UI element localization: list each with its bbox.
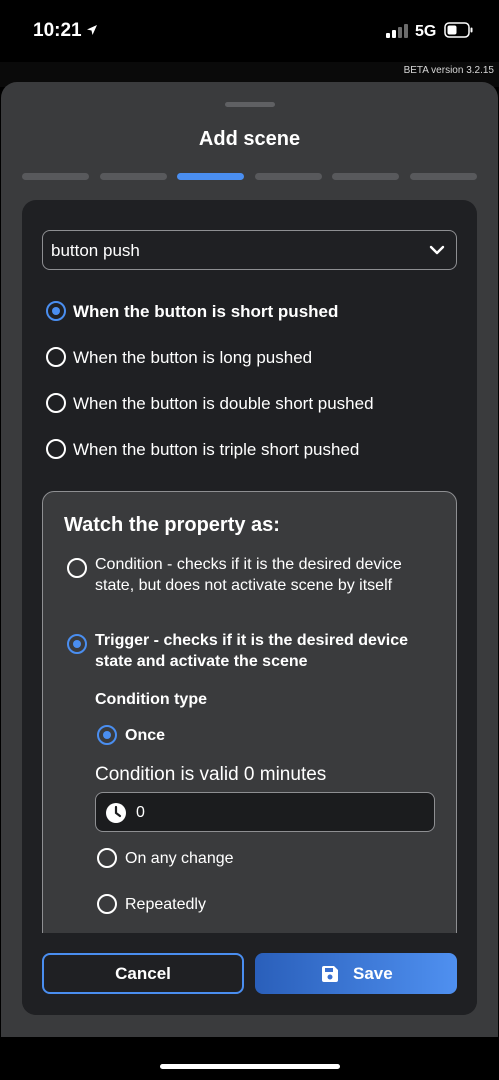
repeatedly-label: Repeatedly xyxy=(125,896,206,913)
scene-form-card: button push When the button is short pus… xyxy=(22,200,477,1015)
radio-once[interactable] xyxy=(97,725,117,745)
condition-label: Condition - checks if it is the desired … xyxy=(95,556,402,594)
trigger-label: Trigger - checks if it is the desired de… xyxy=(95,632,409,670)
save-label: Save xyxy=(353,964,393,983)
option-long-push-label: When the button is long pushed xyxy=(73,348,313,367)
floppy-disk-icon xyxy=(322,966,338,982)
cellular-signal-icon xyxy=(386,24,408,38)
chevron-down-icon xyxy=(429,245,445,255)
step-indicator xyxy=(22,173,89,180)
step-indicator xyxy=(255,173,322,180)
network-type: 5G xyxy=(415,23,437,40)
radio-any-change[interactable] xyxy=(97,848,117,868)
beta-version-label: BETA version 3.2.15 xyxy=(403,65,494,76)
radio-double-push[interactable] xyxy=(46,393,66,413)
location-arrow-icon xyxy=(87,25,97,35)
clock-icon xyxy=(106,803,126,823)
step-indicator-active xyxy=(177,173,244,180)
event-type-value: button push xyxy=(51,241,140,260)
step-indicator xyxy=(100,173,167,180)
step-indicator xyxy=(410,173,477,180)
radio-triple-push[interactable] xyxy=(46,439,66,459)
minutes-value: 0 xyxy=(136,804,145,821)
option-double-push-label: When the button is double short pushed xyxy=(73,394,374,413)
radio-condition[interactable] xyxy=(67,558,87,578)
home-indicator[interactable] xyxy=(160,1064,340,1069)
clock-time: 10:21 xyxy=(33,20,82,41)
radio-long-push[interactable] xyxy=(46,347,66,367)
radio-short-push[interactable] xyxy=(46,301,66,321)
condition-valid-label: Condition is valid 0 minutes xyxy=(95,764,327,785)
step-indicator xyxy=(332,173,399,180)
option-short-push-label: When the button is short pushed xyxy=(73,302,339,321)
step-progress xyxy=(22,173,478,181)
save-button[interactable]: Save xyxy=(255,953,457,994)
watch-title: Watch the property as: xyxy=(64,514,280,536)
status-bar: 10:21 5G xyxy=(0,0,499,62)
radio-repeatedly[interactable] xyxy=(97,894,117,914)
once-label: Once xyxy=(125,727,166,744)
condition-type-label: Condition type xyxy=(95,691,207,708)
battery-icon xyxy=(444,22,473,38)
page-title: Add scene xyxy=(198,128,301,150)
option-triple-push-label: When the button is triple short pushed xyxy=(73,440,360,459)
minutes-input[interactable]: 0 xyxy=(95,792,435,832)
event-type-select[interactable]: button push xyxy=(42,230,457,270)
sheet-grabber[interactable] xyxy=(225,102,275,107)
cancel-button[interactable]: Cancel xyxy=(42,953,244,994)
radio-trigger[interactable] xyxy=(67,634,87,654)
any-change-label: On any change xyxy=(125,850,234,867)
